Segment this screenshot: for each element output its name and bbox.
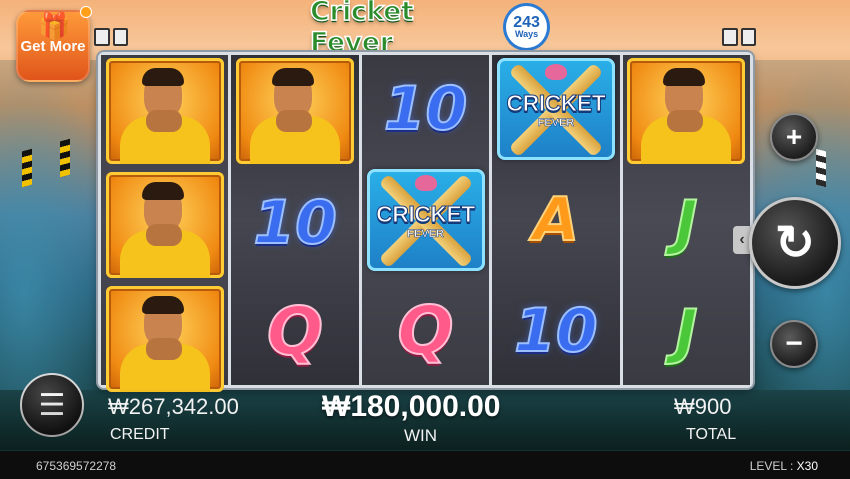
player-symbol xyxy=(236,58,355,164)
reel-4: CRICKET FEVER A 10 xyxy=(492,55,620,385)
reel-cell xyxy=(101,283,228,395)
wild-symbol: CRICKET FEVER xyxy=(366,169,485,271)
reel-1 xyxy=(101,55,229,392)
reel-5: J J xyxy=(622,55,751,385)
spin-button[interactable]: ↻ xyxy=(749,197,841,289)
flag-decoration xyxy=(816,148,826,188)
ace-symbol: A xyxy=(532,185,580,255)
reel-cell xyxy=(231,55,358,167)
reel-cell: 10 xyxy=(231,169,358,276)
footer-bar: 675369572278 LEVEL : X30 xyxy=(0,451,850,479)
win-label: WIN xyxy=(404,426,438,445)
stadium-light-icon xyxy=(94,28,128,46)
level-label: LEVEL : xyxy=(749,459,794,473)
stadium-light-icon xyxy=(722,28,756,46)
reel-cell: J xyxy=(623,278,750,385)
reel-cell: 10 xyxy=(492,276,619,385)
reel-cell: Q xyxy=(231,278,358,385)
wild-symbol: CRICKET FEVER xyxy=(496,58,615,161)
ways-badge: 243 Ways xyxy=(503,3,550,51)
notification-dot xyxy=(80,6,92,18)
bet-increase-button[interactable]: + xyxy=(770,113,818,161)
reel-cell xyxy=(101,169,228,281)
refresh-spin-icon: ↻ xyxy=(774,217,816,270)
level-indicator: LEVEL : X30 xyxy=(750,459,818,473)
queen-symbol: Q xyxy=(396,291,454,369)
jack-symbol: J xyxy=(674,296,698,367)
wild-line-2: FEVER xyxy=(407,227,444,240)
win-value: ₩180,000.00 xyxy=(322,390,501,423)
reel-cell xyxy=(623,55,750,167)
logo-title: Cricket Fever xyxy=(309,0,414,59)
player-symbol xyxy=(105,286,224,392)
level-value: X30 xyxy=(796,459,818,473)
wild-line-1: CRICKET xyxy=(376,200,476,227)
reel-grid: 10 Q 10 CRICKET FEVER Q CRICKET FEVER A … xyxy=(98,52,753,392)
flag-decoration xyxy=(60,138,70,178)
reel-cell: 10 xyxy=(362,55,489,164)
reel-cell: J xyxy=(623,169,750,276)
reel-cell: CRICKET FEVER xyxy=(492,55,619,164)
wild-line-1: CRICKET xyxy=(506,89,606,116)
total-bet-label: TOTAL xyxy=(686,426,737,443)
plus-icon: + xyxy=(785,121,803,152)
wild-line-2: FEVER xyxy=(537,116,575,130)
credit-label: CREDIT xyxy=(110,426,170,443)
chevron-left-icon: ‹ xyxy=(739,231,745,248)
reel-cell xyxy=(101,55,228,167)
player-symbol xyxy=(105,172,224,278)
jack-symbol: J xyxy=(674,187,698,258)
minus-icon: − xyxy=(785,327,803,360)
credit-value: ₩267,342.00 xyxy=(108,394,239,419)
reel-cell: Q xyxy=(362,276,489,385)
session-id: 675369572278 xyxy=(36,459,117,473)
reel-cell: A xyxy=(492,166,619,275)
reel-cell: CRICKET FEVER xyxy=(362,166,489,275)
reel-2: 10 Q xyxy=(231,55,359,385)
ten-symbol: 10 xyxy=(513,295,598,366)
ways-number: 243 xyxy=(513,14,540,31)
game-logo: Cricket Fever 243 Ways xyxy=(309,0,550,59)
gift-icon: 🎁 xyxy=(38,11,71,41)
player-symbol xyxy=(627,58,746,164)
reel-3: 10 CRICKET FEVER Q xyxy=(361,55,490,385)
ten-symbol: 10 xyxy=(252,187,337,258)
get-more-label: Get More xyxy=(20,37,86,55)
bet-decrease-button[interactable]: − xyxy=(770,320,818,368)
flag-decoration xyxy=(22,148,32,188)
ways-label: Ways xyxy=(514,29,539,39)
ten-symbol: 10 xyxy=(383,74,468,145)
total-bet-value[interactable]: ₩900 xyxy=(674,394,731,420)
player-symbol xyxy=(105,58,224,164)
queen-symbol: Q xyxy=(266,292,324,370)
get-more-button[interactable]: 🎁 Get More xyxy=(16,10,90,82)
